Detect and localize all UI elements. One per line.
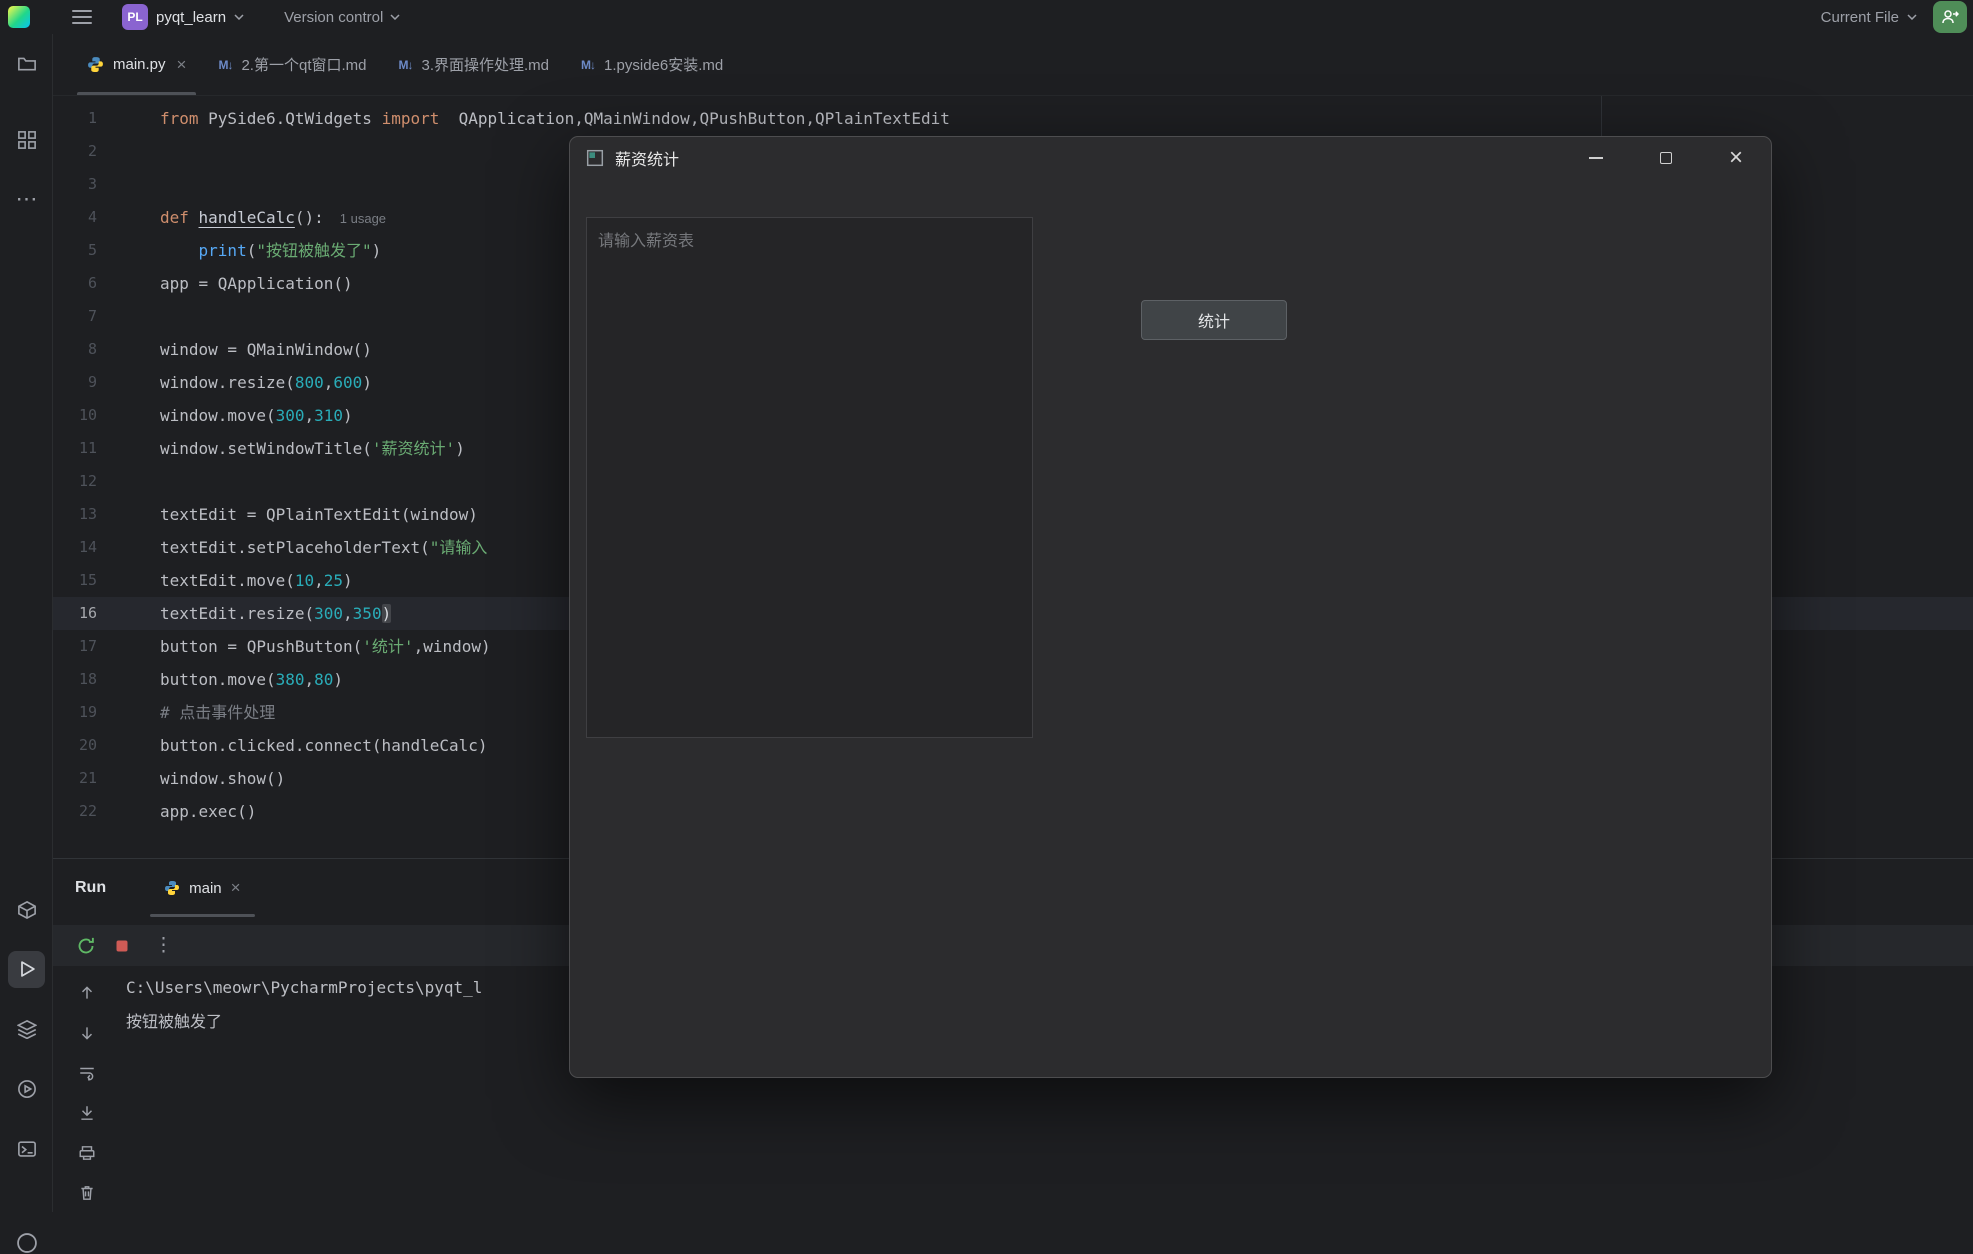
line-number: 11 — [53, 432, 97, 465]
run-tab-main[interactable]: main × — [150, 859, 254, 917]
editor-tab-bar: main.py × M↓ 2.第一个qt窗口.md M↓ 3.界面操作处理.md… — [53, 34, 1973, 96]
minimize-button[interactable] — [1561, 137, 1631, 179]
textedit-placeholder: 请输入薪资表 — [598, 227, 1021, 251]
line-number: 20 — [53, 729, 97, 762]
tab-label: main.py — [113, 56, 166, 73]
code-with-me-icon[interactable] — [1933, 1, 1967, 33]
stats-button[interactable]: 统计 — [1141, 300, 1287, 340]
line-number: 1 — [53, 102, 97, 135]
tab-md-3[interactable]: M↓ 3.界面操作处理.md — [383, 34, 566, 95]
line-number: 12 — [53, 465, 97, 498]
line-number: 7 — [53, 300, 97, 333]
line-number: 4 — [53, 201, 97, 234]
rerun-icon[interactable] — [76, 936, 96, 956]
line-number: 22 — [53, 795, 97, 828]
line-number: 10 — [53, 399, 97, 432]
markdown-icon: M↓ — [399, 58, 413, 72]
line-number: 8 — [53, 333, 97, 366]
tab-md-2[interactable]: M↓ 2.第一个qt窗口.md — [202, 34, 382, 95]
main-menu-icon[interactable] — [72, 10, 92, 24]
down-stack-trace-icon[interactable] — [78, 1024, 96, 1042]
terminal-icon[interactable] — [0, 1139, 53, 1159]
problems-icon[interactable] — [0, 1232, 53, 1254]
title-bar: PL pyqt_learn Version control Current Fi… — [0, 0, 1973, 34]
dialog-title-bar[interactable]: 薪资统计 × — [570, 137, 1771, 179]
scroll-to-end-icon[interactable] — [78, 1104, 96, 1122]
line-number: 3 — [53, 168, 97, 201]
python-icon — [164, 880, 180, 896]
up-stack-trace-icon[interactable] — [78, 984, 96, 1002]
minimize-icon — [1589, 157, 1603, 159]
chevron-down-icon — [1907, 14, 1917, 20]
print-icon[interactable] — [78, 1144, 96, 1162]
chevron-down-icon — [390, 14, 400, 20]
tab-md-1[interactable]: M↓ 1.pyside6安装.md — [565, 34, 739, 95]
dialog-title: 薪资统计 — [615, 146, 679, 170]
tab-label: 1.pyside6安装.md — [604, 54, 723, 75]
run-tool-window-icon[interactable] — [0, 959, 53, 979]
run-anything-icon[interactable] — [0, 1079, 53, 1099]
line-number: 9 — [53, 366, 97, 399]
code-line: 1from PySide6.QtWidgets import QApplicat… — [53, 102, 1973, 135]
close-icon: × — [1729, 146, 1743, 170]
tab-main-py[interactable]: main.py × — [71, 34, 202, 95]
python-icon — [87, 56, 104, 73]
line-number: 13 — [53, 498, 97, 531]
line-number: 14 — [53, 531, 97, 564]
more-tool-windows-icon[interactable]: ⋯ — [0, 186, 53, 212]
console-line: C:\Users\meowr\PycharmProjects\pyqt_l — [126, 971, 482, 1005]
window-icon — [586, 149, 604, 167]
tool-window-stripe: ⋯ — [0, 34, 53, 1212]
markdown-icon: M↓ — [581, 58, 595, 72]
stop-icon[interactable] — [114, 938, 130, 954]
line-number: 15 — [53, 564, 97, 597]
tab-label: 3.界面操作处理.md — [422, 54, 550, 75]
line-number: 18 — [53, 663, 97, 696]
services-icon[interactable] — [0, 1019, 53, 1039]
line-number: 16 — [53, 597, 97, 630]
run-configuration-selector[interactable]: Current File — [1821, 9, 1917, 26]
close-button[interactable]: × — [1701, 137, 1771, 179]
maximize-icon — [1660, 152, 1672, 164]
qt-window-salary-stats: 薪资统计 × 请输入薪资表 统计 — [569, 136, 1772, 1078]
usage-inlay-hint[interactable]: 1 usage — [340, 211, 386, 226]
project-name: pyqt_learn — [156, 9, 226, 26]
markdown-icon: M↓ — [218, 58, 232, 72]
line-number: 21 — [53, 762, 97, 795]
more-options-icon[interactable]: ⋮ — [154, 936, 173, 955]
console-line: 按钮被触发了 — [126, 1005, 482, 1039]
soft-wrap-icon[interactable] — [78, 1064, 96, 1082]
run-panel-title: Run — [75, 879, 106, 897]
project-badge: PL — [122, 4, 148, 30]
pycharm-logo-icon — [8, 6, 30, 28]
console-output[interactable]: C:\Users\meowr\PycharmProjects\pyqt_l按钮被… — [126, 971, 482, 1039]
close-icon[interactable]: × — [231, 878, 241, 898]
tab-label: 2.第一个qt窗口.md — [241, 54, 366, 75]
structure-icon[interactable] — [0, 130, 53, 150]
maximize-button[interactable] — [1631, 137, 1701, 179]
project-selector[interactable]: PL pyqt_learn — [122, 4, 244, 30]
clear-console-icon[interactable] — [78, 1184, 96, 1202]
run-tab-label: main — [189, 880, 222, 897]
project-folder-icon[interactable] — [0, 54, 53, 74]
line-number: 5 — [53, 234, 97, 267]
salary-textedit[interactable]: 请输入薪资表 — [586, 217, 1033, 738]
line-number: 2 — [53, 135, 97, 168]
close-icon[interactable]: × — [177, 56, 187, 73]
line-number: 17 — [53, 630, 97, 663]
python-packages-icon[interactable] — [0, 900, 53, 920]
line-number: 6 — [53, 267, 97, 300]
line-number: 19 — [53, 696, 97, 729]
chevron-down-icon — [234, 14, 244, 20]
version-control-menu[interactable]: Version control — [284, 9, 400, 26]
console-gutter — [66, 984, 108, 1202]
